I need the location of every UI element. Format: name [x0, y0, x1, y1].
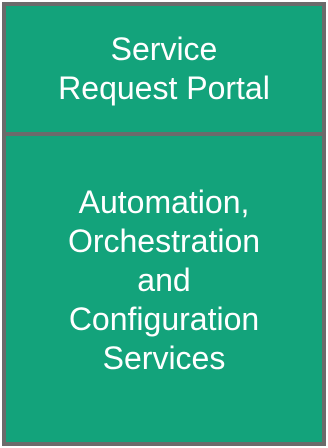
stack-diagram: Service Request Portal Automation, Orche…	[0, 0, 328, 448]
service-request-portal-label: Service Request Portal	[44, 30, 284, 108]
label-line: Request Portal	[58, 70, 270, 106]
automation-services-box: Automation, Orchestration and Configurat…	[2, 136, 326, 446]
label-line: Service	[110, 31, 218, 67]
automation-services-label: Automation, Orchestration and Configurat…	[54, 183, 274, 378]
service-request-portal-box: Service Request Portal	[2, 2, 326, 136]
label-line: Automation,	[78, 183, 250, 220]
label-line: and	[137, 261, 191, 298]
label-line: Orchestration	[67, 222, 261, 259]
label-line: Configuration	[68, 300, 260, 337]
label-line: Services	[102, 339, 226, 376]
